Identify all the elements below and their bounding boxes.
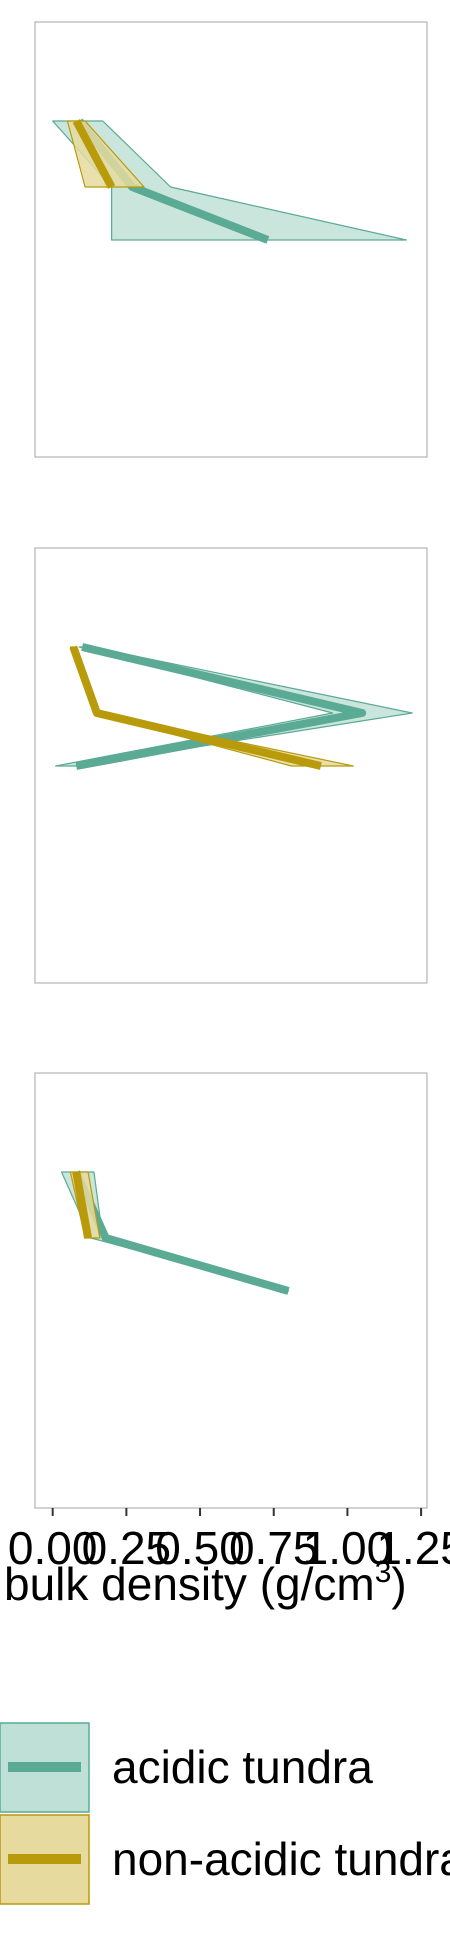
x-axis-title: bulk density (g/cm3)	[4, 1556, 407, 1610]
legend-label-acidic: acidic tundra	[112, 1741, 373, 1793]
panel-3-frame	[34, 1072, 428, 1509]
panel-1	[34, 21, 428, 458]
legend: acidic tundra non-acidic tundra	[0, 1722, 450, 1905]
legend-label-nonacidic: non-acidic tundra	[112, 1833, 450, 1885]
panel-3	[34, 1072, 428, 1509]
panel-2	[34, 547, 428, 984]
bulk-density-chart: 0.000.250.500.751.001.25 bulk density (g…	[0, 21, 450, 1905]
panels	[34, 21, 428, 1509]
